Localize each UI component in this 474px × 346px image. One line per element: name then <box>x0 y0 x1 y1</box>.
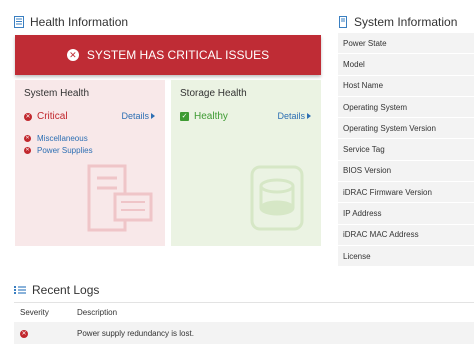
critical-icon: ✕ <box>24 134 31 142</box>
critical-icon: ✕ <box>20 330 28 338</box>
sysinfo-row-host-name: Host Name <box>338 76 474 97</box>
list-icon <box>14 286 26 294</box>
storage-disk-illustration-icon <box>250 165 304 231</box>
storage-health-status: ✓ Healthy <box>180 111 228 122</box>
chevron-right-icon <box>151 113 155 119</box>
column-header-severity[interactable]: Severity <box>14 308 77 317</box>
server-icon <box>339 16 347 28</box>
check-icon: ✓ <box>180 112 189 121</box>
server-illustration-icon <box>87 164 153 232</box>
storage-health-panel: Storage Health ✓ Healthy Details <box>171 80 321 246</box>
system-information-title: System Information <box>354 15 458 29</box>
recent-logs-title: Recent Logs <box>32 283 100 297</box>
sysinfo-row-idrac-firmware: iDRAC Firmware Version <box>338 182 474 204</box>
document-icon <box>14 16 24 28</box>
system-health-status: ✕ Critical <box>24 111 68 122</box>
system-information-list: Power State Model Host Name Operating Sy… <box>338 33 474 268</box>
close-circle-icon: ✕ <box>66 49 79 61</box>
sysinfo-row-power-state: Power State <box>338 33 474 55</box>
system-information-header: System Information <box>338 15 457 29</box>
banner-text: SYSTEM HAS CRITICAL ISSUES <box>86 48 270 62</box>
sysinfo-row-operating-system: Operating System <box>338 97 474 119</box>
sysinfo-row-model: Model <box>338 54 474 76</box>
storage-health-details-link[interactable]: Details <box>277 111 311 121</box>
sysinfo-row-ip-address: IP Address <box>338 203 474 225</box>
sysinfo-row-idrac-mac: iDRAC MAC Address <box>338 225 474 246</box>
health-information-header: Health Information <box>14 15 128 29</box>
system-health-status-label: Critical <box>37 111 68 122</box>
recent-logs-table: Severity Description ✕ Power supply redu… <box>14 302 474 344</box>
critical-icon: ✕ <box>24 146 31 154</box>
health-information-title: Health Information <box>30 15 129 29</box>
issue-item-miscellaneous[interactable]: ✕ Miscellaneous <box>24 132 93 144</box>
system-health-issue-list: ✕ Miscellaneous ✕ Power Supplies <box>24 132 93 156</box>
sysinfo-row-license: License <box>338 246 474 268</box>
storage-health-title: Storage Health <box>180 88 247 99</box>
issue-label: Miscellaneous <box>37 133 88 143</box>
chevron-right-icon <box>307 113 311 119</box>
details-label: Details <box>277 111 305 121</box>
details-label: Details <box>121 111 149 121</box>
issue-item-power-supplies[interactable]: ✕ Power Supplies <box>24 144 93 156</box>
critical-icon: ✕ <box>24 112 32 121</box>
system-health-panel: System Health ✕ Critical Details ✕ Misce… <box>15 80 165 246</box>
table-header-row: Severity Description <box>14 302 474 322</box>
sysinfo-row-os-version: Operating System Version <box>338 118 474 140</box>
sysinfo-row-bios-version: BIOS Version <box>338 161 474 183</box>
recent-logs-header: Recent Logs <box>14 283 99 297</box>
sysinfo-row-service-tag: Service Tag <box>338 139 474 161</box>
column-header-description[interactable]: Description <box>77 308 474 317</box>
table-row[interactable]: ✕ Power supply redundancy is lost. <box>14 322 474 344</box>
storage-health-status-label: Healthy <box>194 111 228 122</box>
critical-issues-banner: ✕ SYSTEM HAS CRITICAL ISSUES <box>15 35 321 75</box>
description-cell: Power supply redundancy is lost. <box>77 328 194 338</box>
system-health-details-link[interactable]: Details <box>121 111 155 121</box>
issue-label: Power Supplies <box>37 145 93 155</box>
system-health-title: System Health <box>24 88 90 99</box>
severity-cell: ✕ <box>14 328 77 338</box>
